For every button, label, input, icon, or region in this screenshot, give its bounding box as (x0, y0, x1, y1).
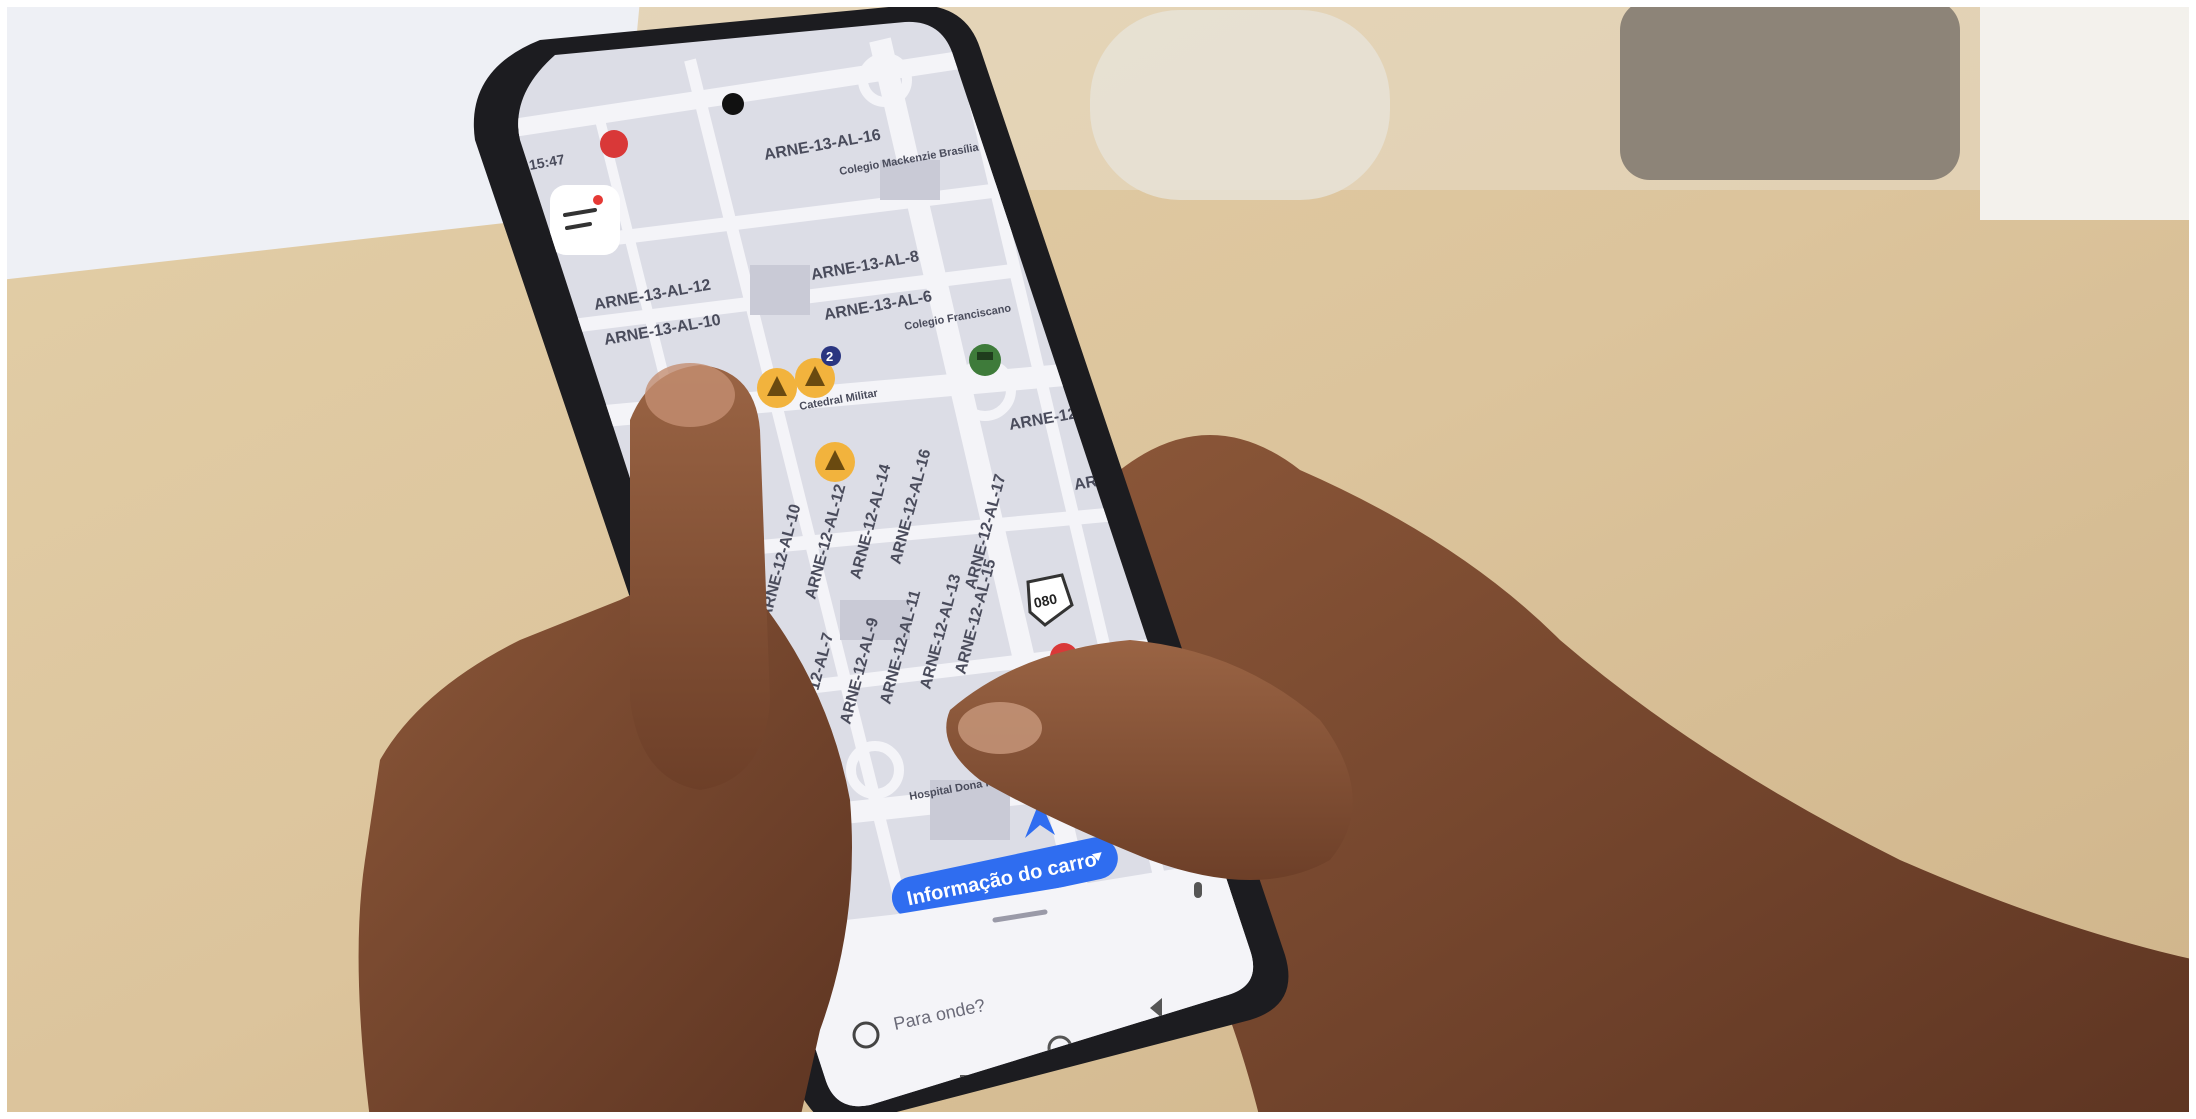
hazard-marker-icon[interactable] (757, 368, 797, 408)
notification-dot-icon (593, 195, 603, 205)
left-thumbnail (645, 363, 735, 427)
left-thumb (630, 365, 770, 790)
menu-button[interactable] (550, 185, 620, 255)
front-camera (722, 93, 744, 115)
right-thumbnail (958, 702, 1042, 754)
glass-blur (1090, 10, 1390, 200)
report-count-badge: 2 (821, 346, 841, 366)
svg-text:2: 2 (826, 349, 833, 364)
metal-mug-blur (1620, 0, 1960, 180)
microphone-icon[interactable] (1194, 882, 1202, 898)
white-box-blur (1980, 0, 2196, 220)
photo-scene: ARNE-13-AL-16 Colegio Mackenzie Brasília… (0, 0, 2196, 1119)
police-marker-icon[interactable] (969, 344, 1001, 376)
hazard-marker-icon[interactable] (815, 442, 855, 482)
